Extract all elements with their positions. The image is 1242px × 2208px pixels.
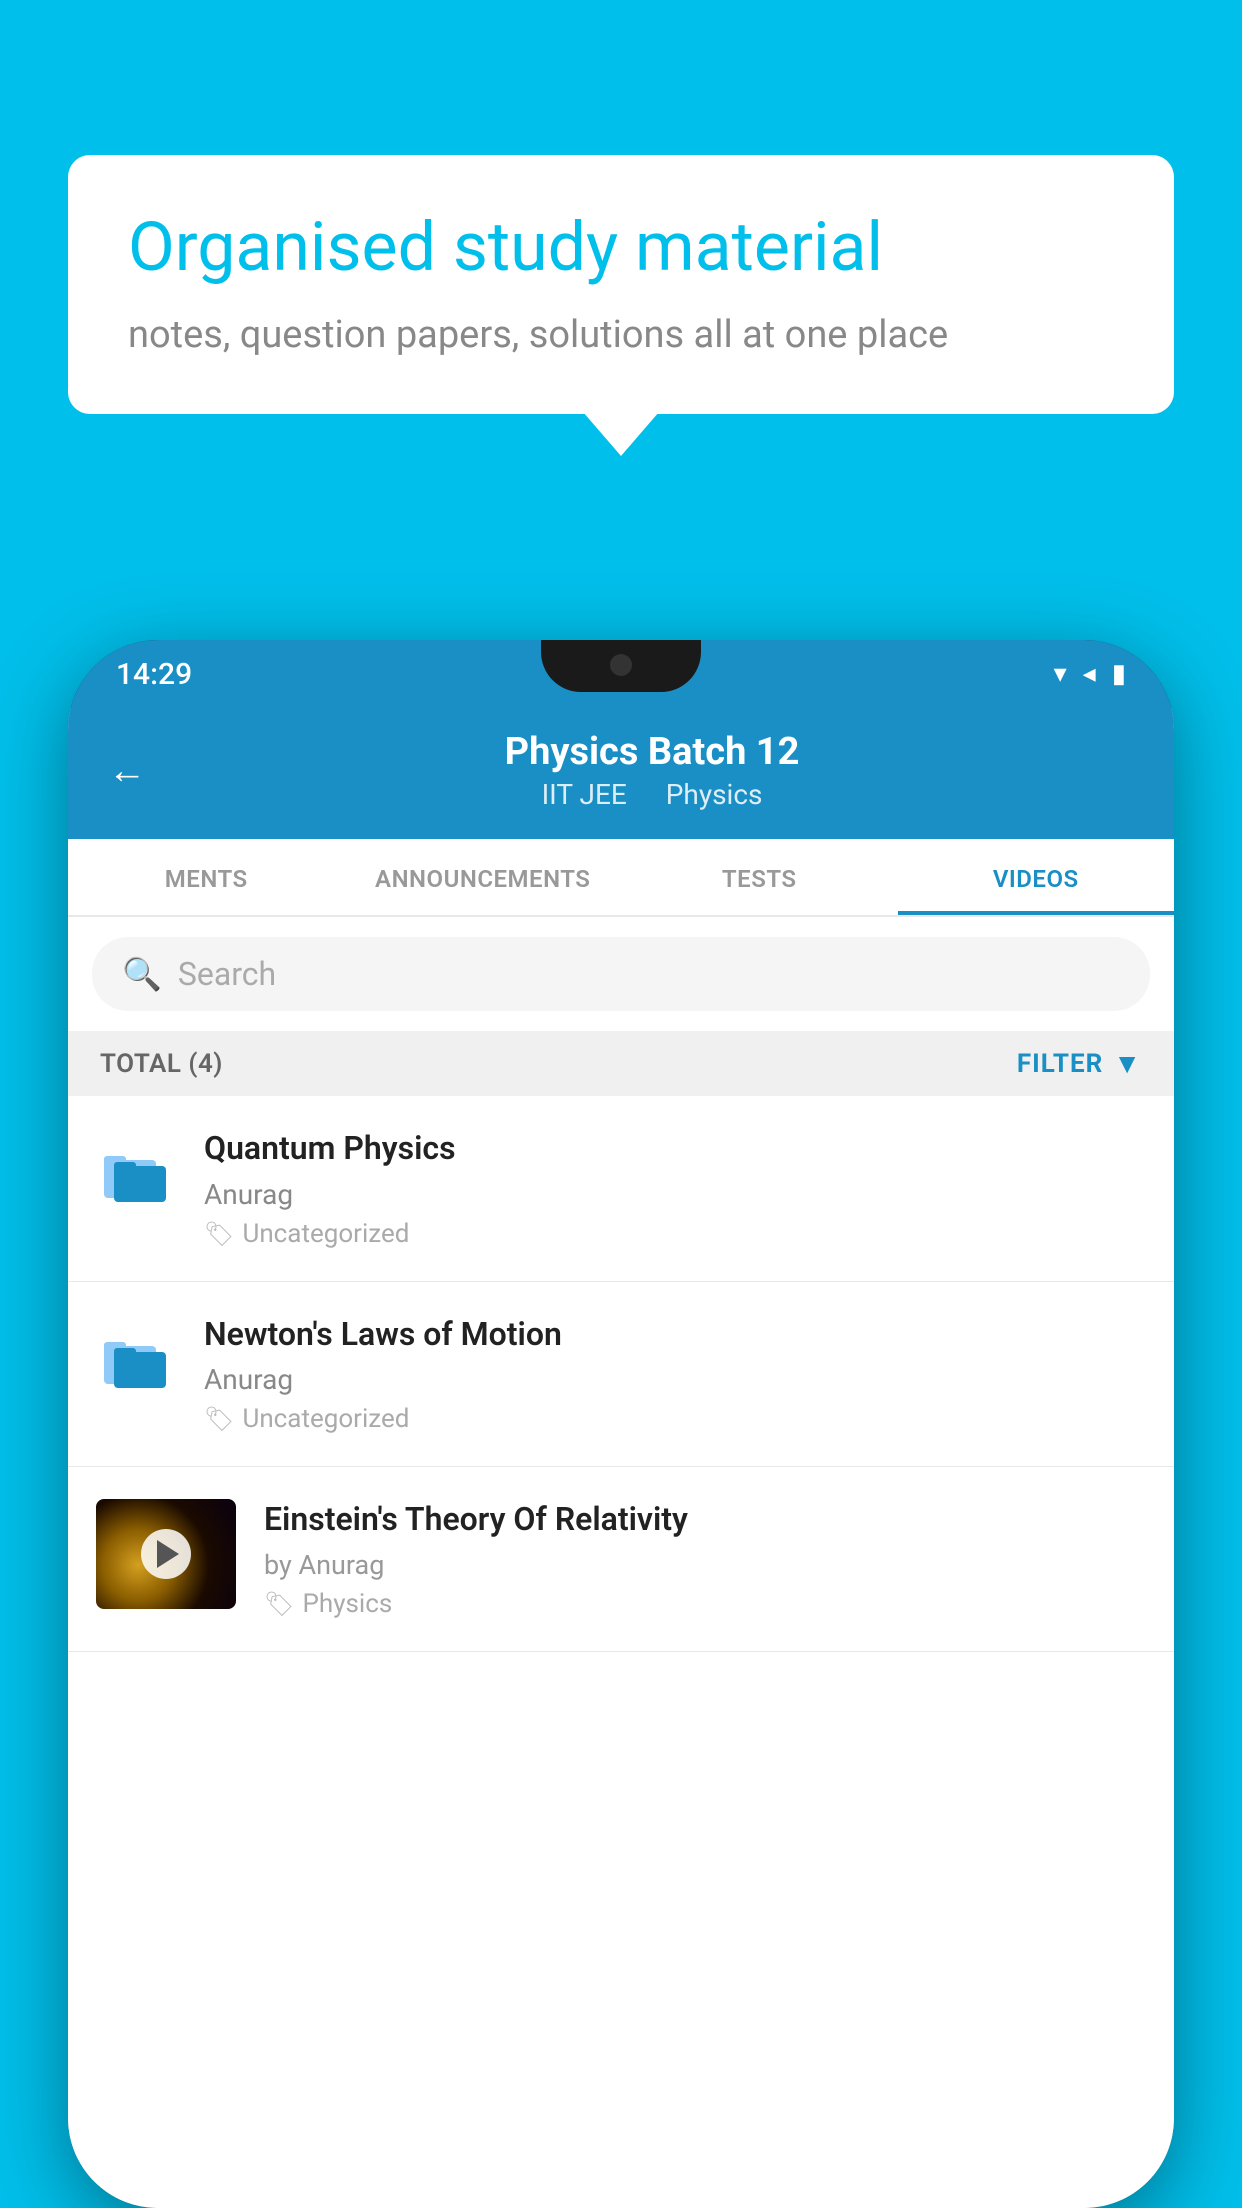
app-content: ← Physics Batch 12 IIT JEE Physics MENTS…: [68, 708, 1174, 2208]
search-input[interactable]: Search: [178, 955, 276, 993]
speech-bubble-container: Organised study material notes, question…: [68, 155, 1174, 414]
subtitle-tag1: IIT JEE: [542, 778, 627, 811]
folder-icon: [100, 1324, 172, 1400]
batch-subtitle: IIT JEE Physics: [170, 778, 1134, 811]
tag-icon: 🏷: [264, 1590, 294, 1618]
video-title: Einstein's Theory Of Relativity: [264, 1499, 1146, 1541]
tab-bar: MENTS ANNOUNCEMENTS TESTS VIDEOS: [68, 839, 1174, 917]
filter-bar: TOTAL (4) FILTER ▼: [68, 1031, 1174, 1096]
video-thumbnail: [96, 1499, 236, 1609]
video-tag: 🏷 Uncategorized: [204, 1219, 1146, 1249]
status-icons: ▾ ◂ ▮: [1054, 659, 1126, 689]
video-title: Newton's Laws of Motion: [204, 1314, 1146, 1356]
folder-icon: [100, 1138, 172, 1214]
wifi-icon: ▾: [1054, 659, 1067, 689]
video-tag: 🏷 Uncategorized: [204, 1404, 1146, 1434]
filter-label: FILTER: [1017, 1049, 1103, 1079]
battery-icon: ▮: [1112, 659, 1126, 689]
filter-button[interactable]: FILTER ▼: [1017, 1047, 1142, 1080]
search-icon: 🔍: [122, 955, 162, 993]
notch: [541, 640, 701, 692]
batch-title: Physics Batch 12: [170, 730, 1134, 774]
folder-icon-container: [96, 1322, 176, 1402]
tag-label: Physics: [302, 1589, 392, 1619]
speech-bubble-subtext: notes, question papers, solutions all at…: [128, 309, 1114, 362]
tab-tests[interactable]: TESTS: [621, 839, 898, 915]
search-container: 🔍 Search: [68, 917, 1174, 1031]
video-title: Quantum Physics: [204, 1128, 1146, 1170]
play-triangle-icon: [157, 1540, 179, 1568]
play-button[interactable]: [141, 1529, 191, 1579]
search-box[interactable]: 🔍 Search: [92, 937, 1150, 1011]
list-item[interactable]: Quantum Physics Anurag 🏷 Uncategorized: [68, 1096, 1174, 1282]
video-info: Einstein's Theory Of Relativity by Anura…: [264, 1499, 1146, 1619]
tab-announcements[interactable]: ANNOUNCEMENTS: [345, 839, 622, 915]
phone-frame: 14:29 ▾ ◂ ▮ ← Physics Batch 12 IIT JEE P…: [68, 640, 1174, 2208]
front-camera: [610, 654, 632, 676]
video-author: Anurag: [204, 1363, 1146, 1396]
video-tag: 🏷 Physics: [264, 1589, 1146, 1619]
video-author: Anurag: [204, 1178, 1146, 1211]
video-info: Newton's Laws of Motion Anurag 🏷 Uncateg…: [204, 1314, 1146, 1435]
status-bar: 14:29 ▾ ◂ ▮: [68, 640, 1174, 708]
tag-icon: 🏷: [204, 1405, 234, 1433]
speech-bubble-heading: Organised study material: [128, 207, 1114, 289]
folder-icon-container: [96, 1136, 176, 1216]
tag-icon: 🏷: [204, 1220, 234, 1248]
header-title-area: Physics Batch 12 IIT JEE Physics: [170, 730, 1134, 811]
subtitle-tag2: Physics: [666, 778, 763, 811]
list-item[interactable]: Newton's Laws of Motion Anurag 🏷 Uncateg…: [68, 1282, 1174, 1468]
back-button[interactable]: ←: [108, 749, 146, 793]
video-list: Quantum Physics Anurag 🏷 Uncategorized: [68, 1096, 1174, 2208]
tag-label: Uncategorized: [242, 1219, 409, 1249]
app-header: ← Physics Batch 12 IIT JEE Physics: [68, 708, 1174, 839]
video-info: Quantum Physics Anurag 🏷 Uncategorized: [204, 1128, 1146, 1249]
total-count-label: TOTAL (4): [100, 1049, 223, 1079]
video-author: by Anurag: [264, 1549, 1146, 1581]
tag-label: Uncategorized: [242, 1404, 409, 1434]
filter-icon: ▼: [1113, 1047, 1142, 1080]
tab-ments[interactable]: MENTS: [68, 839, 345, 915]
tab-videos[interactable]: VIDEOS: [898, 839, 1175, 915]
list-item[interactable]: Einstein's Theory Of Relativity by Anura…: [68, 1467, 1174, 1652]
signal-icon: ◂: [1083, 659, 1096, 689]
speech-bubble: Organised study material notes, question…: [68, 155, 1174, 414]
status-time: 14:29: [116, 657, 192, 692]
